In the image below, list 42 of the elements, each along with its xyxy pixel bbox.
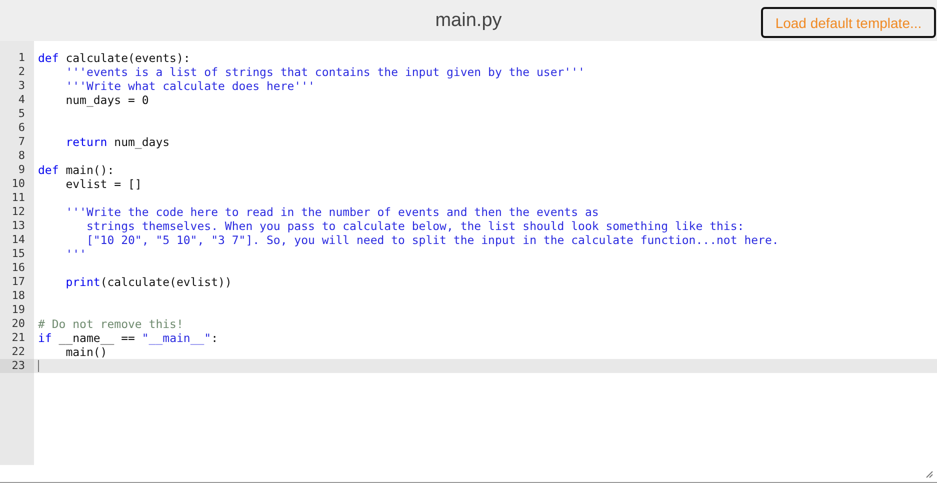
line-number: 3: [17, 79, 26, 93]
line-number: 2: [17, 65, 26, 79]
line-number: 14: [10, 233, 26, 247]
resize-grip-icon[interactable]: [926, 471, 933, 478]
line-number: 9: [17, 163, 26, 177]
line-number: 22: [10, 345, 26, 359]
line-number: 8: [17, 149, 26, 163]
code-line: ["10 20", "5 10", "3 7"]. So, you will need to split the input in the calculate function...not here.: [85, 233, 779, 247]
code-line: return num_days: [64, 135, 170, 149]
code-line: '''events is a list of strings that contains the input given by the user''': [64, 65, 585, 79]
line-number: 7: [17, 135, 26, 149]
line-number: 21: [10, 331, 26, 345]
line-number: 19: [10, 303, 26, 317]
code-line: if __name__ == "__main__":: [38, 331, 218, 345]
text-cursor: [38, 360, 39, 372]
line-number: 12: [10, 205, 26, 219]
code-line: main(): [64, 345, 108, 359]
line-number: 4: [17, 93, 26, 107]
line-number: 18: [10, 289, 26, 303]
code-line: num_days = 0: [64, 93, 149, 107]
line-number: 10: [10, 177, 26, 191]
code-line: '''Write what calculate does here''': [64, 79, 315, 93]
line-number: 15: [10, 247, 26, 261]
line-number: 20: [10, 317, 26, 331]
code-line: def main():: [38, 163, 114, 177]
load-template-button[interactable]: Load default template...: [761, 7, 936, 38]
line-number: 13: [10, 219, 26, 233]
line-number: 16: [10, 261, 26, 275]
code-line: strings themselves. When you pass to calculate below, the list should look something like this:: [85, 219, 744, 233]
code-line: # Do not remove this!: [38, 317, 184, 331]
line-number: 1: [17, 51, 26, 65]
line-number: 6: [17, 121, 26, 135]
code-line: ''': [64, 247, 86, 261]
code-line: def calculate(events):: [38, 51, 190, 65]
code-line: '''Write the code here to read in the number of events and then the events as: [64, 205, 599, 219]
line-number: 11: [10, 191, 26, 205]
line-number: 5: [17, 107, 26, 121]
code-line: evlist = []: [64, 177, 142, 191]
code-line: print(calculate(evlist)): [64, 275, 232, 289]
line-number: 23: [0, 359, 34, 373]
file-title: main.py: [435, 10, 502, 32]
line-number: 17: [10, 275, 26, 289]
